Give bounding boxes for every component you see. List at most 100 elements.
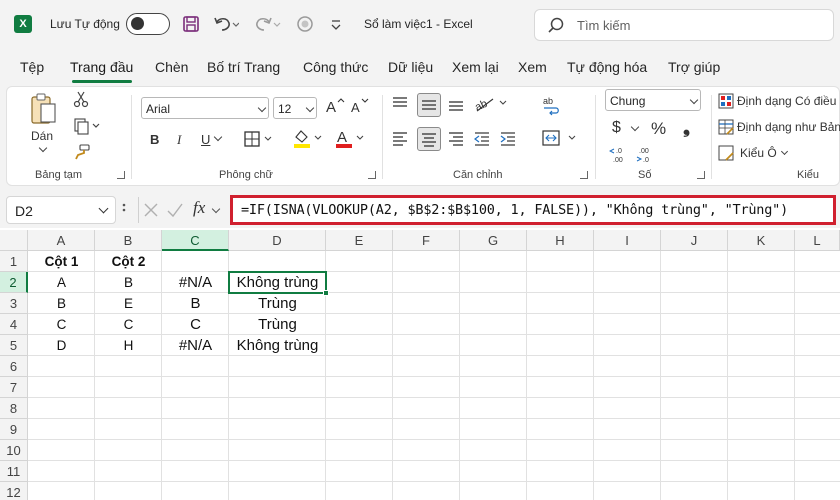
conditional-formatting-icon[interactable]	[717, 92, 735, 114]
cell-a3[interactable]: B	[28, 293, 95, 314]
column-header-c[interactable]: C	[162, 230, 229, 251]
cell-d3[interactable]: Trùng	[229, 293, 326, 314]
save-icon[interactable]	[180, 12, 202, 36]
tab-page-layout[interactable]: Bố trí Trang	[207, 59, 280, 75]
row-header-6[interactable]: 6	[0, 356, 28, 377]
cell-b4[interactable]: C	[95, 314, 162, 335]
paste-icon[interactable]	[29, 91, 59, 133]
tab-help[interactable]: Trợ giúp	[668, 59, 720, 75]
row-header-12[interactable]: 12	[0, 482, 28, 500]
increase-indent-icon[interactable]	[499, 129, 517, 151]
cell-a1[interactable]: Cột 1	[28, 251, 95, 272]
format-as-table-button[interactable]: Định dạng như Bản	[737, 120, 840, 134]
cell-c4[interactable]: C	[162, 314, 229, 335]
cell-d4[interactable]: Trùng	[229, 314, 326, 335]
row-header-5[interactable]: 5	[0, 335, 28, 356]
row-header-10[interactable]: 10	[0, 440, 28, 461]
row-header-3[interactable]: 3	[0, 293, 28, 314]
currency-button[interactable]: $	[612, 119, 621, 137]
cell-a5[interactable]: D	[28, 335, 95, 356]
cell-styles-icon[interactable]	[717, 144, 735, 166]
select-all-corner[interactable]	[0, 230, 28, 251]
conditional-formatting-button[interactable]: Định dạng Có điều	[737, 94, 836, 108]
column-header-f[interactable]: F	[393, 230, 460, 251]
italic-button[interactable]: I	[177, 132, 181, 148]
increase-font-icon[interactable]: A	[325, 96, 345, 120]
touch-mode-icon[interactable]	[294, 12, 316, 36]
font-color-icon[interactable]: A	[333, 127, 369, 153]
tab-automate[interactable]: Tự động hóa	[567, 59, 647, 75]
fill-handle[interactable]	[323, 290, 329, 296]
font-size-select[interactable]: 12	[273, 97, 317, 119]
align-left-icon[interactable]	[391, 129, 409, 151]
row-header-4[interactable]: 4	[0, 314, 28, 335]
row-header-7[interactable]: 7	[0, 377, 28, 398]
tab-home[interactable]: Trang đầu	[70, 59, 133, 75]
currency-dropdown-icon[interactable]	[630, 122, 640, 132]
cell-c2[interactable]: #N/A	[162, 272, 229, 293]
row-header-2[interactable]: 2	[0, 272, 28, 293]
column-header-e[interactable]: E	[326, 230, 393, 251]
align-middle-button[interactable]	[417, 93, 441, 117]
paste-dropdown-icon[interactable]	[38, 143, 48, 153]
cell-a4[interactable]: C	[28, 314, 95, 335]
comma-style-button[interactable]: ❟	[683, 117, 690, 138]
orientation-icon[interactable]: ab	[473, 93, 513, 117]
row-header-9[interactable]: 9	[0, 419, 28, 440]
copy-icon[interactable]	[73, 117, 101, 139]
row-header-8[interactable]: 8	[0, 398, 28, 419]
formula-input[interactable]: =IF(ISNA(VLOOKUP(A2, $B$2:$B$100, 1, FAL…	[230, 195, 836, 225]
cell-d5[interactable]: Không trùng	[229, 335, 326, 356]
chevron-down-icon[interactable]	[211, 204, 221, 214]
column-header-j[interactable]: J	[661, 230, 728, 251]
column-header-a[interactable]: A	[28, 230, 95, 251]
cell-a2[interactable]: A	[28, 272, 95, 293]
merge-center-icon[interactable]	[541, 129, 581, 151]
autosave-toggle[interactable]	[126, 13, 170, 35]
font-name-select[interactable]: Arial	[141, 97, 269, 119]
insert-function-button[interactable]: fx	[193, 198, 205, 218]
cell-c3[interactable]: B	[162, 293, 229, 314]
underline-dropdown-icon[interactable]	[213, 132, 223, 142]
cell-styles-button[interactable]: Kiểu Ô	[740, 146, 777, 160]
cell-c5[interactable]: #N/A	[162, 335, 229, 356]
tab-review[interactable]: Xem lại	[452, 59, 499, 75]
tab-insert[interactable]: Chèn	[155, 59, 188, 75]
decrease-decimal-icon[interactable]: .00.0	[635, 145, 655, 169]
cut-icon[interactable]	[73, 90, 89, 112]
clipboard-launcher-icon[interactable]	[117, 171, 125, 179]
alignment-launcher-icon[interactable]	[580, 171, 588, 179]
cell-b2[interactable]: B	[95, 272, 162, 293]
column-header-b[interactable]: B	[95, 230, 162, 251]
cell-styles-dropdown-icon[interactable]	[780, 147, 789, 156]
column-header-k[interactable]: K	[728, 230, 795, 251]
more-options-icon[interactable]	[121, 201, 127, 221]
enter-icon[interactable]	[166, 201, 184, 223]
align-top-icon[interactable]	[391, 95, 409, 117]
search-input[interactable]: Tìm kiếm	[534, 9, 834, 41]
align-right-icon[interactable]	[447, 129, 465, 151]
fill-color-icon[interactable]	[291, 127, 327, 153]
cell-b5[interactable]: H	[95, 335, 162, 356]
undo-icon[interactable]	[212, 12, 240, 36]
redo-icon[interactable]	[252, 12, 282, 36]
wrap-text-icon[interactable]: ab	[541, 95, 561, 121]
increase-decimal-icon[interactable]: .0.00	[608, 145, 629, 169]
tab-file[interactable]: Tệp	[20, 59, 44, 75]
decrease-font-icon[interactable]: A	[350, 96, 370, 120]
percent-button[interactable]: %	[651, 119, 666, 139]
column-header-g[interactable]: G	[460, 230, 527, 251]
underline-button[interactable]: U	[201, 132, 210, 147]
column-header-h[interactable]: H	[527, 230, 594, 251]
format-painter-icon[interactable]	[73, 143, 91, 165]
borders-icon[interactable]	[243, 130, 277, 152]
row-header-11[interactable]: 11	[0, 461, 28, 482]
column-header-d[interactable]: D	[229, 230, 326, 251]
tab-view[interactable]: Xem	[518, 59, 547, 75]
number-launcher-icon[interactable]	[697, 171, 705, 179]
customize-toolbar-icon[interactable]	[326, 12, 346, 36]
align-center-button[interactable]	[417, 127, 441, 151]
name-box[interactable]: D2	[6, 196, 116, 224]
paste-label[interactable]: Dán	[31, 129, 53, 143]
column-header-i[interactable]: I	[594, 230, 661, 251]
